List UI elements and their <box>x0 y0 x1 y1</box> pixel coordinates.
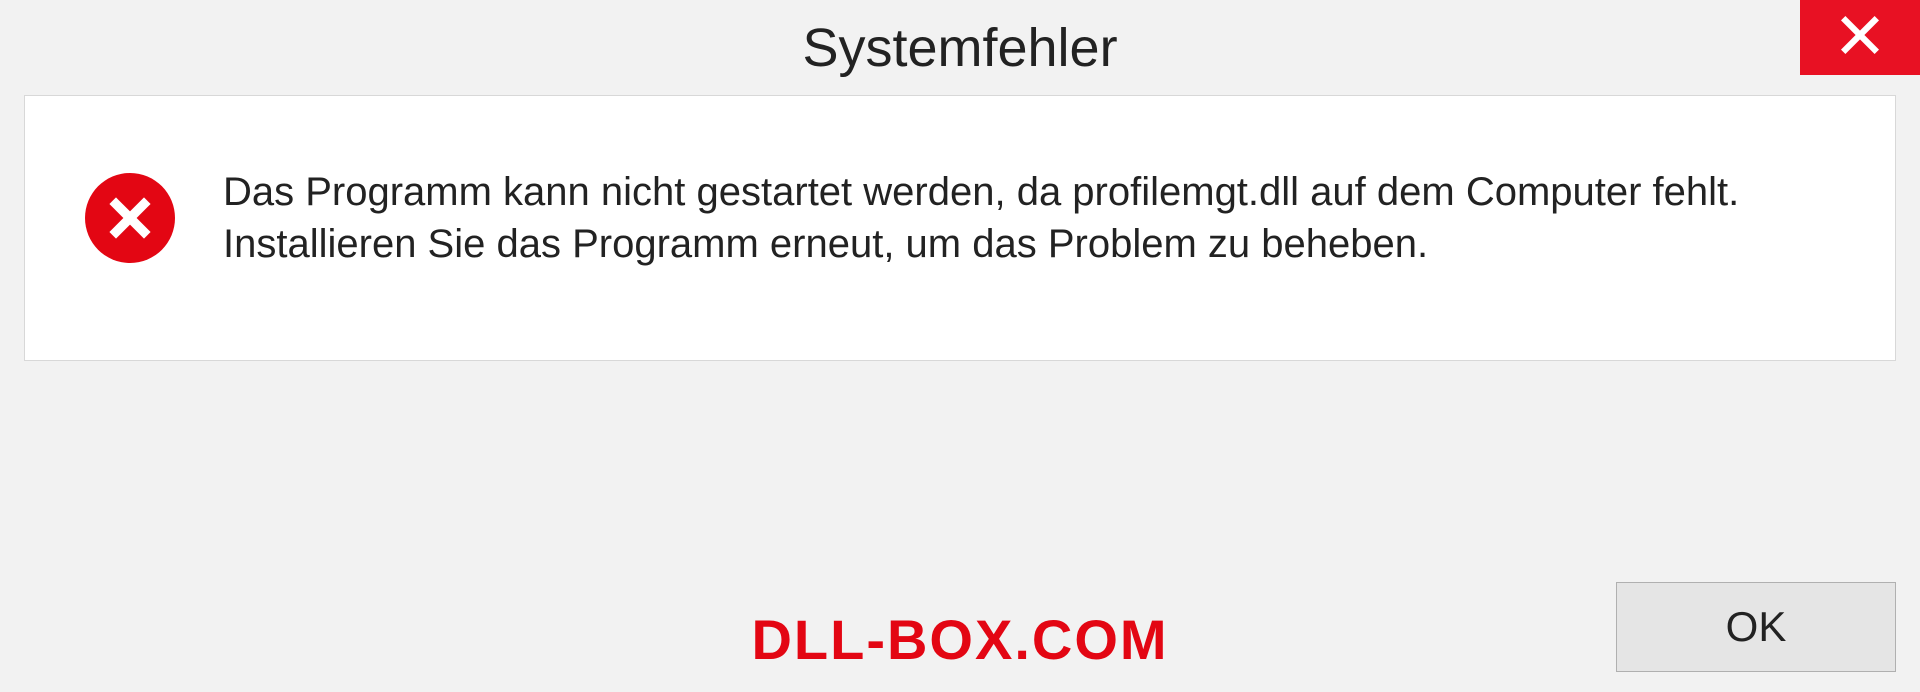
dialog-footer: OK <box>0 582 1920 672</box>
error-dialog: Systemfehler Das Programm kann nicht ges… <box>0 0 1920 692</box>
error-icon <box>85 173 175 263</box>
error-message: Das Programm kann nicht gestartet werden… <box>223 166 1835 270</box>
close-icon <box>1835 10 1885 65</box>
dialog-title: Systemfehler <box>802 17 1117 79</box>
ok-button[interactable]: OK <box>1616 582 1896 672</box>
close-button[interactable] <box>1800 0 1920 75</box>
titlebar: Systemfehler <box>0 0 1920 95</box>
ok-button-label: OK <box>1726 603 1787 651</box>
content-panel: Das Programm kann nicht gestartet werden… <box>24 95 1896 361</box>
